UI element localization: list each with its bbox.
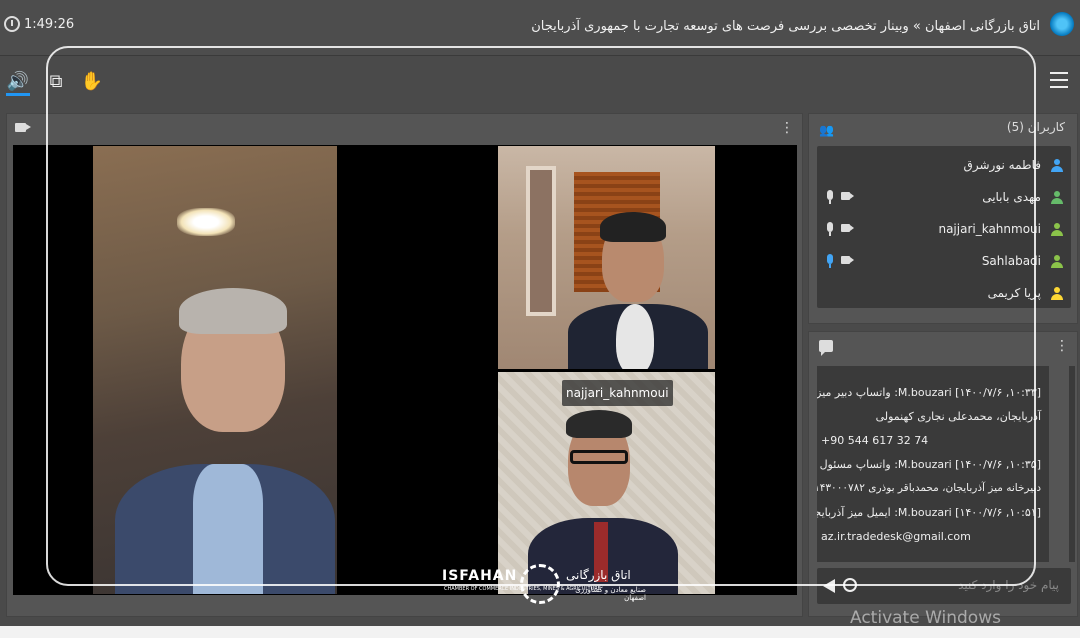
chat-input[interactable]: پیام خود را وارد کنید [817,568,1071,604]
microphone-active-icon [827,254,833,268]
video-panel: ⋮ najjari_kahnmoui [6,113,803,617]
user-name: najjari_kahnmoui [938,222,1041,236]
chat-message: [۱۰:۳۵, ۱۴۰۰/۷/۶] M.bouzari: واتساپ مسئو… [819,458,1041,471]
chat-message: آذربایجان، محمدعلی نجاری کهنمولی [875,410,1041,423]
more-options-icon[interactable]: ⋮ [1055,339,1069,353]
chat-panel: ⋮ [۱۰:۳۳, ۱۴۰۰/۷/۶] M.bouzari: واتساپ دب… [808,331,1078,617]
chat-message: [۱۰:۳۳, ۱۴۰۰/۷/۶] M.bouzari: واتساپ دبیر… [817,386,1041,399]
user-name: فاطمه نورشرق [963,158,1041,172]
microphone-icon [827,222,833,236]
chat-message: +90 544 617 32 74 [821,434,929,447]
user-name: مهدی بابایی [982,190,1041,204]
chat-message: az.ir.tradedesk@gmail.com [821,530,971,543]
users-title: کاربران (5) [1006,120,1065,134]
app-logo-icon [1050,12,1074,36]
participant-shirt [616,304,654,369]
participant-hair [600,212,666,242]
users-list: فاطمه نورشرق مهدی بابایی najjari_kahnmou… [817,146,1071,308]
camera-icon [841,192,854,200]
user-name: Sahlabadi [981,254,1041,268]
user-icon [1051,223,1063,237]
user-row[interactable]: فاطمه نورشرق [817,154,1071,178]
screen-share-icon[interactable]: ⧉ [44,70,68,96]
chat-panel-header: ⋮ [809,332,1077,360]
video-tile-1[interactable] [93,146,337,594]
raise-hand-icon[interactable]: ✋ [80,70,104,96]
logo-persian-subtext: صنایع معادن و کشاورزی اصفهان [575,586,646,602]
chat-messages[interactable]: [۱۰:۳۳, ۱۴۰۰/۷/۶] M.bouzari: واتساپ دبیر… [817,366,1049,562]
logo-persian-text: اتاق بازرگانی [566,568,631,582]
session-timer: 1:49:26 [4,16,74,32]
user-row[interactable]: Sahlabadi [817,250,1071,274]
user-row[interactable]: najjari_kahnmoui [817,218,1071,242]
chat-scrollbar[interactable] [1069,366,1075,562]
user-icon [1051,191,1063,205]
top-bar: 1:49:26 اتاق بازرگانی اصفهان » وبینار تخ… [0,0,1080,56]
chat-message: [۱۰:۵۱, ۱۴۰۰/۷/۶] M.bouzari: ایمیل میز آ… [817,506,1041,519]
users-panel: 👥 کاربران (5) فاطمه نورشرق مهدی بابایی n… [808,113,1078,324]
video-tile-2[interactable] [498,146,715,369]
timer-text: 1:49:26 [24,16,75,32]
users-panel-header: 👥 کاربران (5) [809,114,1077,142]
user-icon [1051,255,1063,269]
chat-icon [819,340,833,356]
hamburger-menu-icon[interactable] [1050,72,1068,88]
video-name-tag: najjari_kahnmoui [562,380,673,406]
logo-english-text: ISFAHAN [442,568,518,584]
camera-icon [841,224,854,232]
emoji-icon[interactable] [843,578,857,592]
chamber-logo: ISFAHAN CHAMBER OF COMMERCE INDUSTRIES, … [436,560,646,604]
microphone-icon [827,190,833,204]
user-icon [1051,287,1063,301]
wall-frame [526,166,556,316]
participant-hair [179,288,287,334]
camera-icon [15,123,31,132]
speaker-icon[interactable]: 🔊 [6,70,30,96]
ceiling-light [177,208,235,236]
bottom-strip [0,626,1080,638]
participant-hair [566,410,632,438]
user-row[interactable]: پریا کریمی [817,282,1071,306]
video-panel-header: ⋮ [7,114,802,142]
chamber-emblem-icon [520,564,560,604]
camera-icon [841,256,854,264]
meeting-title: اتاق بازرگانی اصفهان » وبینار تخصصی بررس… [531,19,1040,34]
participant-glasses [570,450,628,464]
chat-message: دبیرخانه میز آذربایجان، محمدباقر بوذری ۰… [817,482,1041,494]
clock-icon [4,16,20,32]
users-icon: 👥 [819,123,834,137]
user-row[interactable]: مهدی بابایی [817,186,1071,210]
toolbar: 🔊 ⧉ ✋ [0,56,1080,112]
user-icon [1051,159,1063,173]
send-icon[interactable] [823,579,835,593]
user-name: پریا کریمی [987,286,1041,300]
participant-shirt [193,464,263,594]
video-grid: najjari_kahnmoui [13,145,797,595]
more-options-icon[interactable]: ⋮ [780,121,794,135]
chat-input-placeholder: پیام خود را وارد کنید [958,578,1059,592]
os-activation-watermark: Activate Windows [850,608,1001,628]
